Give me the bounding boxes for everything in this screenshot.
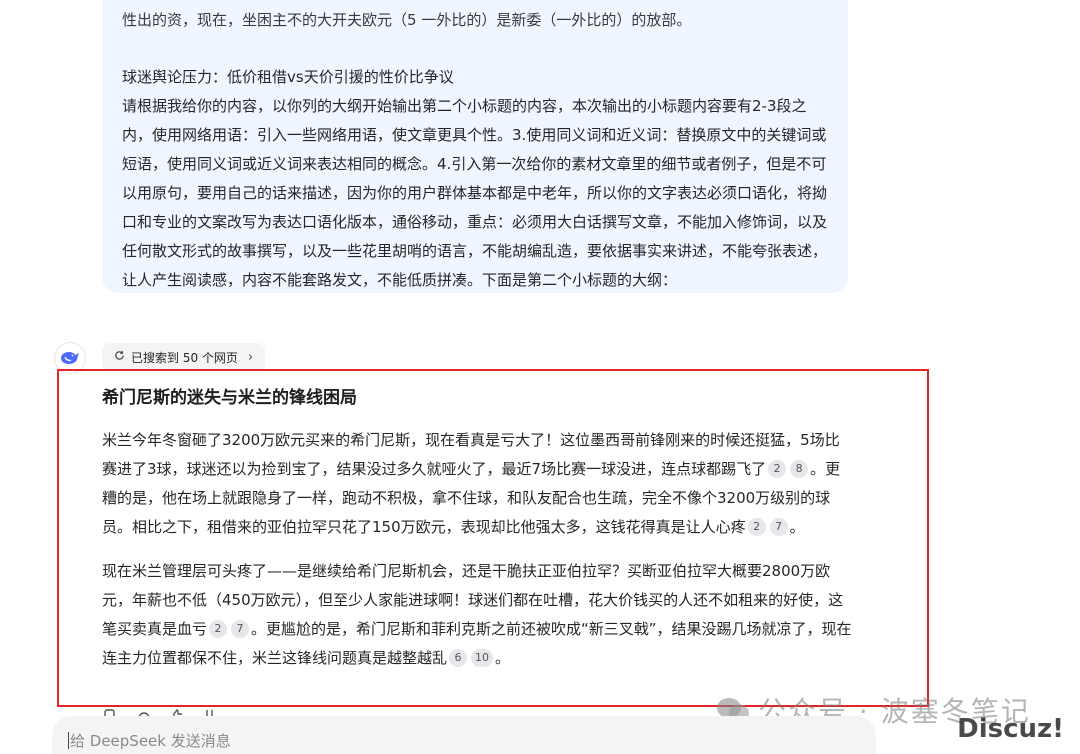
citation-badge[interactable]: 7 bbox=[231, 620, 250, 638]
citation-badge[interactable]: 6 bbox=[449, 649, 468, 667]
copy-icon[interactable] bbox=[102, 704, 118, 723]
message-input-placeholder: 给 DeepSeek 发送消息 bbox=[70, 732, 231, 750]
answer-paragraph-1: 米兰今年冬窗砸了3200万欧元买来的希门尼斯，现在看真是亏大了！这位墨西哥前锋刚… bbox=[102, 426, 852, 542]
citation-badge[interactable]: 2 bbox=[747, 518, 766, 536]
message-input[interactable]: 给 DeepSeek 发送消息 bbox=[52, 716, 876, 754]
chevron-right-icon: › bbox=[247, 349, 254, 365]
user-message-bubble: 性出的资，现在，坐困主不的大开夫欧元（5 一外比的）是新委（一外比的）的放部。 … bbox=[102, 0, 848, 293]
citation-badge[interactable]: 2 bbox=[768, 460, 787, 478]
citation-badge[interactable]: 7 bbox=[769, 518, 788, 536]
assistant-answer: 希门尼斯的迷失与米兰的锋线困局 米兰今年冬窗砸了3200万欧元买来的希门尼斯，现… bbox=[102, 384, 852, 673]
answer-p1-text-3: 。 bbox=[789, 518, 805, 536]
refresh-icon bbox=[114, 350, 125, 364]
text-cursor bbox=[68, 732, 69, 749]
answer-actions-toolbar bbox=[102, 704, 220, 723]
answer-paragraph-2: 现在米兰管理层可头疼了——是继续给希门尼斯机会，还是干脆扶正亚伯拉罕？买断亚伯拉… bbox=[102, 557, 852, 673]
regenerate-icon[interactable] bbox=[136, 704, 152, 719]
user-message-subtitle: 球迷舆论压力：低价租借vs天价引援的性价比争议 bbox=[122, 68, 454, 86]
citation-badge[interactable]: 10 bbox=[471, 649, 494, 667]
user-message-prompt: 请根据我给你的内容，以你列的大纲开始输出第二个小标题的内容，本次输出的小标题内容… bbox=[122, 97, 828, 289]
answer-title: 希门尼斯的迷失与米兰的锋线困局 bbox=[102, 388, 357, 408]
thumbs-down-icon[interactable] bbox=[204, 704, 220, 719]
discuz-watermark: Discuz! bbox=[957, 714, 1064, 744]
search-results-label: 已搜索到 50 个网页 bbox=[131, 350, 238, 365]
citation-badge[interactable]: 2 bbox=[209, 620, 228, 638]
citation-badge[interactable]: 8 bbox=[790, 460, 809, 478]
user-message-cut-line: 性出的资，现在，坐困主不的大开夫欧元（5 一外比的）是新委（一外比的）的放部。 bbox=[122, 11, 692, 29]
thumbs-up-icon[interactable] bbox=[170, 704, 186, 719]
search-results-toggle[interactable]: 已搜索到 50 个网页 › bbox=[102, 343, 266, 371]
answer-p1-text-1: 米兰今年冬窗砸了3200万欧元买来的希门尼斯，现在看真是亏大了！这位墨西哥前锋刚… bbox=[102, 431, 840, 478]
answer-p2-text-3: 。 bbox=[495, 649, 511, 667]
